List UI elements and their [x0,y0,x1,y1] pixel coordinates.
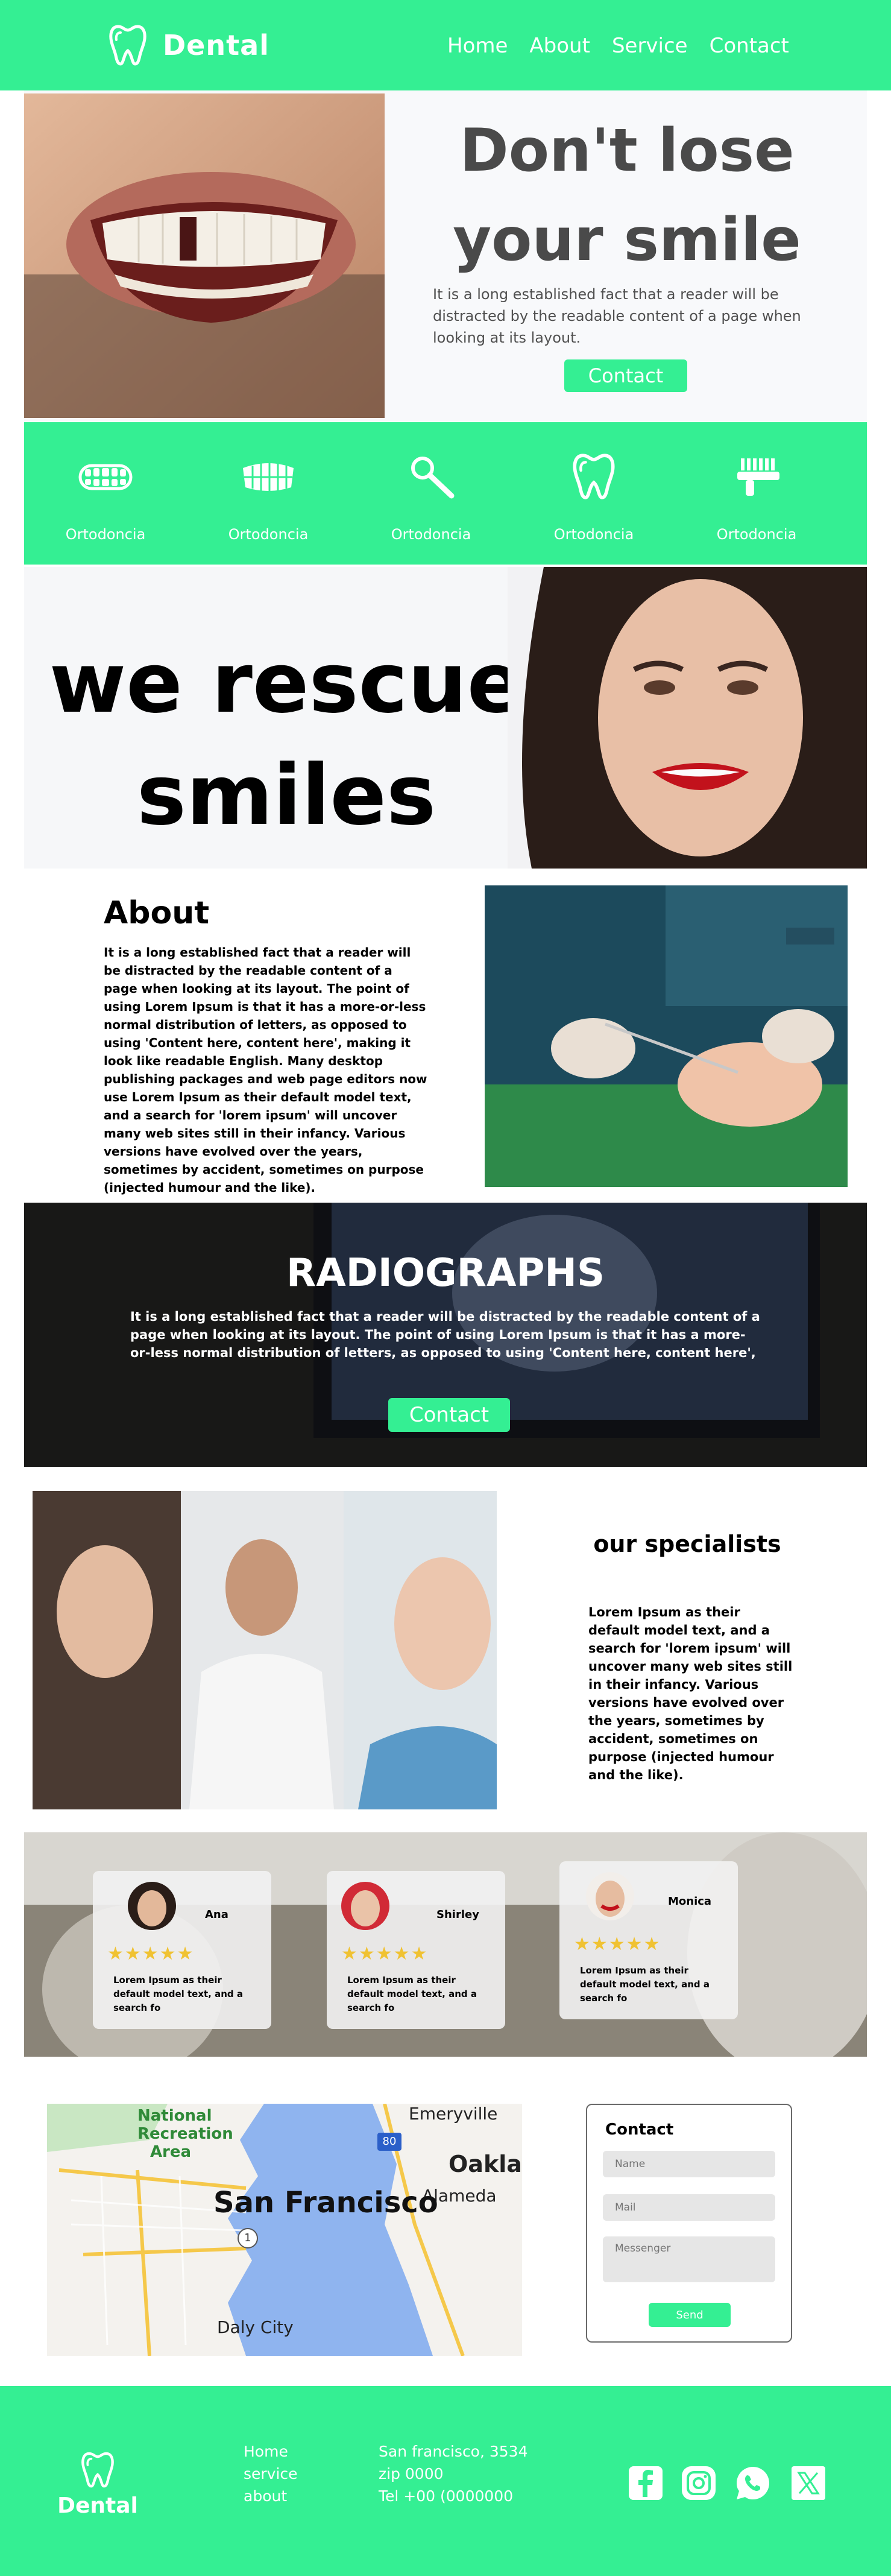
radiographs-contact-button[interactable]: Contact [388,1398,510,1432]
map-label-city: San Francisco [213,2186,438,2220]
testimonial-text: Lorem Ipsum as their default model text,… [347,1975,477,2013]
testimonial-card: Ana ★★★★★ Lorem Ipsum as their default m… [93,1871,271,2029]
denture-icon [24,452,187,501]
testimonial-card: Monica ★★★★★ Lorem Ipsum as their defaul… [559,1861,738,2019]
map-label-oakland: Oakland [449,2151,522,2177]
instagram-icon[interactable] [680,2464,717,2502]
specialists-text: Lorem Ipsum as their default model text,… [588,1605,793,1782]
footer-logo[interactable]: Dental [55,2451,140,2518]
rating-stars: ★★★★★ [107,1943,195,1964]
radiographs-title: RADIOGRAPHS [286,1251,605,1296]
testimonial-name: Shirley [436,1908,479,1921]
braces-icon [187,452,350,501]
map-label-daly: Daly City [217,2317,294,2337]
whatsapp-icon[interactable] [734,2464,772,2502]
rating-stars: ★★★★★ [574,1934,661,1955]
avatar [128,1882,176,1930]
brand-name: Dental [163,29,269,62]
brand-logo[interactable]: Dental [109,24,269,66]
footer-address: San francisco, 3534 [379,2443,528,2460]
service-label: Ortodoncia [716,526,797,543]
service-label: Ortodoncia [553,526,634,543]
footer-zip: zip 0000 [379,2465,444,2483]
hero-title: Don't lose your smile [453,116,801,274]
highway-shield-80: 80 [377,2133,401,2151]
avatar [586,1872,634,1920]
tooth-logo-icon [81,2452,114,2488]
mail-field[interactable] [603,2194,775,2221]
footer-link-home[interactable]: Home [244,2440,298,2463]
about-title: About [104,895,210,931]
testimonial-text: Lorem Ipsum as their default model text,… [580,1965,710,2004]
tooth-icon [512,452,675,501]
dental-mirror-icon [350,452,512,501]
radiographs-text: It is a long established fact that a rea… [130,1309,760,1360]
send-button[interactable]: Send [649,2303,731,2327]
contact-form-title: Contact [605,2121,674,2139]
service-item[interactable]: Ortodoncia [24,452,187,543]
testimonial-card: Shirley ★★★★★ Lorem Ipsum as their defau… [327,1871,505,2029]
service-item[interactable]: Ortodoncia [675,452,838,543]
map-label-emeryville: Emeryville [409,2104,498,2124]
specialists-photo-collage [33,1491,497,1809]
hero-contact-button[interactable]: Contact [564,359,687,392]
service-label: Ortodoncia [391,526,471,543]
message-field[interactable] [603,2236,775,2282]
footer-contact-info: San francisco, 3534 zip 0000 Tel +00 (00… [379,2440,528,2507]
map-label-recreation: National Recreation Area [137,2107,233,2161]
name-field[interactable] [603,2151,775,2177]
dentist-at-work-photo [485,885,848,1187]
service-label: Ortodoncia [65,526,146,543]
footer-brand-name: Dental [57,2493,138,2518]
x-icon[interactable] [790,2464,827,2502]
hero-text: It is a long established fact that a rea… [433,286,801,346]
about-text: It is a long established fact that a rea… [104,945,427,1195]
specialists-title: our specialists [593,1531,781,1557]
tooth-logo-icon [109,25,146,66]
footer-link-about[interactable]: about [244,2485,298,2507]
facebook-icon[interactable] [627,2464,664,2502]
service-item[interactable]: Ortodoncia [187,452,350,543]
rescue-title: we rescue smiles [49,635,524,844]
location-map[interactable]: National Recreation Area Emeryville Oakl… [47,2104,522,2356]
main-nav: Home About Service Contact [447,34,789,58]
service-label: Ortodoncia [228,526,309,543]
testimonial-text: Lorem Ipsum as their default model text,… [113,1975,243,2013]
testimonial-name: Ana [205,1908,228,1921]
avatar [341,1882,389,1930]
nav-about[interactable]: About [529,34,590,58]
nav-home[interactable]: Home [447,34,508,58]
toothbrush-icon [675,452,838,501]
nav-contact[interactable]: Contact [710,34,789,58]
service-item[interactable]: Ortodoncia [512,452,675,543]
hero-smile-photo [24,93,385,418]
testimonial-name: Monica [668,1895,712,1908]
footer-link-service[interactable]: service [244,2463,298,2485]
woman-smile-photo [508,567,867,869]
service-item[interactable]: Ortodoncia [350,452,512,543]
footer-tel: Tel +00 (0000000 [379,2487,514,2505]
footer-links: Home service about [244,2440,298,2507]
nav-service[interactable]: Service [612,34,688,58]
highway-shield-1: 1 [238,2228,258,2248]
rating-stars: ★★★★★ [341,1943,429,1964]
